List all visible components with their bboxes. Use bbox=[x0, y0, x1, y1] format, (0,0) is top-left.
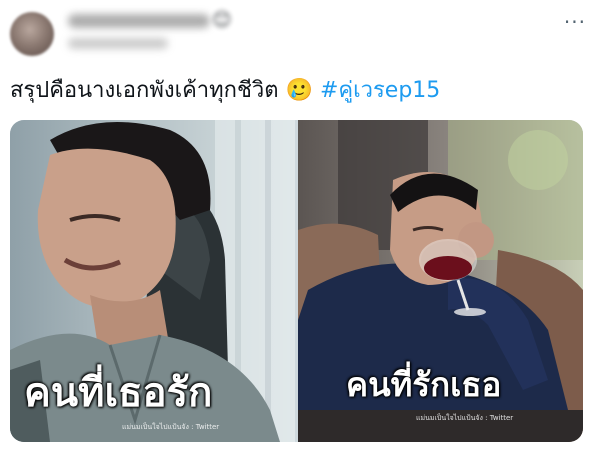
media-image-left[interactable]: คนที่เธอรัก แม่นมเป็นใจไปแป้นจัง : Twitt… bbox=[10, 120, 295, 442]
media-image-right[interactable]: คนที่รักเธอ แม่นมเป็นใจไปแป้นจัง : Twitt… bbox=[298, 120, 583, 442]
tweet-header: 😊 ··· bbox=[0, 0, 600, 66]
display-name-blurred[interactable] bbox=[68, 14, 210, 28]
display-name-emoji: 😊 bbox=[212, 9, 232, 31]
meme-caption-right: คนที่รักเธอ bbox=[346, 365, 502, 404]
username-blurred[interactable] bbox=[68, 38, 168, 49]
tweet-text: สรุปคือนางเอกพังเค้าทุกชีวิต 🥲 #คู่เวรep… bbox=[10, 76, 590, 106]
tweet-body: สรุปคือนางเอกพังเค้าทุกชีวิต bbox=[10, 78, 279, 103]
avatar[interactable] bbox=[10, 12, 54, 56]
meme-caption-left: คนที่เธอรัก bbox=[24, 370, 213, 416]
tweet-media[interactable]: คนที่เธอรัก แม่นมเป็นใจไปแป้นจัง : Twitt… bbox=[10, 120, 583, 442]
watermark-right: แม่นมเป็นใจไปแป้นจัง : Twitter bbox=[416, 414, 514, 422]
watermark-left: แม่นมเป็นใจไปแป้นจัง : Twitter bbox=[122, 423, 220, 431]
more-horizontal-icon[interactable]: ··· bbox=[564, 10, 586, 34]
smiling-face-with-tear-icon: 🥲 bbox=[285, 78, 313, 103]
hashtag-link[interactable]: #คู่เวรep15 bbox=[320, 78, 440, 103]
